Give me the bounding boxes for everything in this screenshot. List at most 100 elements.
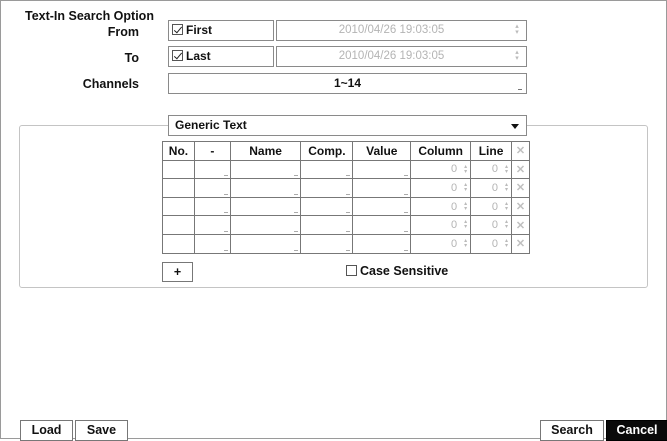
cell-line[interactable]: 0 ▴ ▾	[470, 215, 512, 235]
cell-dash[interactable]	[193, 215, 231, 235]
table-row: 0 ▴ ▾ 0 ▴ ▾ ✕	[162, 215, 530, 235]
table-row: 0 ▴ ▾ 0 ▴ ▾ ✕	[162, 233, 530, 254]
header-remove-all-icon[interactable]: ✕	[511, 141, 530, 161]
cell-no	[162, 215, 195, 235]
cell-value[interactable]	[352, 159, 412, 180]
cell-dash[interactable]	[193, 159, 231, 180]
header-comp: Comp.	[300, 141, 354, 161]
to-datetime-value: 2010/04/26 19:03:05	[338, 50, 445, 62]
column-value: 0	[450, 200, 458, 213]
header-name: Name	[229, 141, 302, 161]
remove-row-icon[interactable]: ✕	[511, 215, 530, 235]
header-value: Value	[352, 141, 412, 161]
spinner-icon[interactable]: ▴ ▾	[505, 201, 508, 212]
cell-comp[interactable]	[300, 196, 354, 217]
spinner-icon[interactable]: ▴ ▾	[505, 182, 508, 193]
from-datetime-value: 2010/04/26 19:03:05	[338, 24, 445, 36]
column-value: 0	[450, 219, 458, 232]
cell-column[interactable]: 0 ▴ ▾	[410, 233, 472, 254]
column-value: 0	[450, 237, 458, 250]
from-label: From	[107, 25, 139, 39]
spinner-icon[interactable]: ▴ ▾	[505, 164, 508, 175]
cell-dash[interactable]	[193, 196, 231, 217]
spinner-icon[interactable]: ▴ ▾	[464, 219, 467, 230]
from-first-checkbox[interactable]: First	[168, 20, 274, 41]
line-value: 0	[491, 181, 498, 194]
to-datetime-field[interactable]: 2010/04/26 19:03:05 ▴ ▾	[276, 46, 527, 67]
header-column: Column	[410, 141, 472, 161]
cell-no	[162, 159, 195, 180]
cell-line[interactable]: 0 ▴ ▾	[470, 159, 512, 180]
cell-no	[162, 233, 195, 254]
from-datetime-field[interactable]: 2010/04/26 19:03:05 ▴ ▾	[276, 20, 527, 41]
channels-label: Channels	[82, 77, 139, 91]
cell-value[interactable]	[352, 196, 412, 217]
cell-dash[interactable]	[193, 233, 231, 254]
cell-name[interactable]	[229, 215, 302, 235]
case-sensitive-label: Case Sensitive	[360, 264, 449, 278]
cancel-button[interactable]: Cancel	[606, 420, 667, 441]
search-button[interactable]: Search	[540, 420, 604, 441]
cell-comp[interactable]	[300, 178, 354, 198]
device-type-value: Generic Text	[175, 118, 247, 132]
load-button[interactable]: Load	[20, 420, 73, 441]
case-sensitive-checkbox-icon	[346, 265, 357, 276]
from-checkbox-icon	[172, 24, 183, 35]
cell-line[interactable]: 0 ▴ ▾	[470, 233, 512, 254]
cell-name[interactable]	[229, 233, 302, 254]
cell-name[interactable]	[229, 159, 302, 180]
channels-value: 1~14	[333, 76, 362, 90]
to-last-checkbox[interactable]: Last	[168, 46, 274, 67]
spinner-icon[interactable]: ▴ ▾	[464, 201, 467, 212]
spinner-icon[interactable]: ▴ ▾	[464, 238, 467, 249]
spinner-icon[interactable]: ▴ ▾	[464, 164, 467, 175]
to-label: To	[124, 51, 139, 65]
from-spinner-icon[interactable]: ▴ ▾	[514, 23, 520, 36]
channels-field[interactable]: 1~14	[168, 73, 527, 94]
cell-dash[interactable]	[193, 178, 231, 198]
remove-row-icon[interactable]: ✕	[511, 233, 530, 254]
case-sensitive-checkbox[interactable]: Case Sensitive	[346, 264, 448, 278]
header-line: Line	[470, 141, 512, 161]
cell-line[interactable]: 0 ▴ ▾	[470, 196, 512, 217]
line-value: 0	[491, 237, 498, 250]
cell-value[interactable]	[352, 233, 412, 254]
cell-value[interactable]	[352, 178, 412, 198]
cell-no	[162, 178, 195, 198]
cell-comp[interactable]	[300, 159, 354, 180]
spinner-icon[interactable]: ▴ ▾	[505, 219, 508, 230]
cell-name[interactable]	[229, 178, 302, 198]
cell-column[interactable]: 0 ▴ ▾	[410, 178, 472, 198]
table-row: 0 ▴ ▾ 0 ▴ ▾ ✕	[162, 196, 530, 217]
cell-column[interactable]: 0 ▴ ▾	[410, 196, 472, 217]
cell-name[interactable]	[229, 196, 302, 217]
device-type-dropdown[interactable]: Generic Text	[168, 115, 527, 136]
from-checkbox-label: First	[186, 23, 213, 37]
cell-comp[interactable]	[300, 215, 354, 235]
header-no: No.	[162, 141, 195, 161]
table-row: 0 ▴ ▾ 0 ▴ ▾ ✕	[162, 178, 530, 198]
remove-row-icon[interactable]: ✕	[511, 159, 530, 180]
channels-more-icon	[518, 89, 522, 90]
cell-column[interactable]: 0 ▴ ▾	[410, 159, 472, 180]
condition-table: No. - Name Comp. Value Column Line ✕ 0 ▴ ▾…	[162, 141, 530, 254]
to-checkbox-label: Last	[186, 49, 211, 63]
text-in-search-option-dialog: Text-In Search Option From First 2010/04…	[0, 0, 667, 441]
column-value: 0	[450, 163, 458, 176]
spinner-icon[interactable]: ▴ ▾	[464, 182, 467, 193]
line-value: 0	[491, 200, 498, 213]
line-value: 0	[491, 219, 498, 232]
add-condition-button[interactable]: +	[162, 262, 193, 282]
cell-line[interactable]: 0 ▴ ▾	[470, 178, 512, 198]
cell-no	[162, 196, 195, 217]
table-row: 0 ▴ ▾ 0 ▴ ▾ ✕	[162, 159, 530, 180]
remove-row-icon[interactable]: ✕	[511, 178, 530, 198]
cell-value[interactable]	[352, 215, 412, 235]
spinner-icon[interactable]: ▴ ▾	[505, 238, 508, 249]
cell-comp[interactable]	[300, 233, 354, 254]
dialog-title: Text-In Search Option	[25, 9, 154, 23]
to-spinner-icon[interactable]: ▴ ▾	[514, 49, 520, 62]
save-button[interactable]: Save	[75, 420, 128, 441]
remove-row-icon[interactable]: ✕	[511, 196, 530, 217]
cell-column[interactable]: 0 ▴ ▾	[410, 215, 472, 235]
